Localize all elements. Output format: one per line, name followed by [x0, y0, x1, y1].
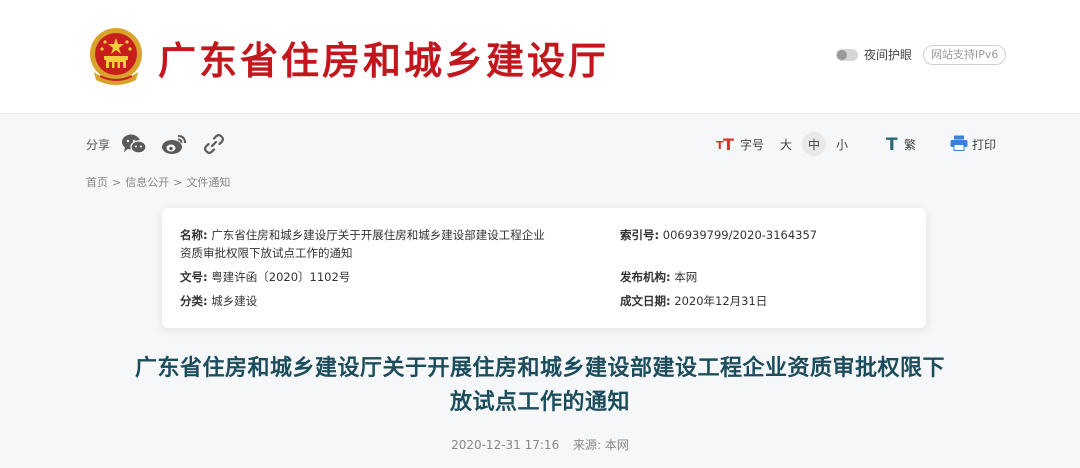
traditional-label: 繁 — [904, 137, 917, 152]
article-datetime: 2020-12-31 17:16 — [451, 438, 560, 452]
article-meta: 2020-12-31 17:16 来源: 本网 — [0, 436, 1080, 453]
info-index-label: 索引号: — [620, 228, 660, 242]
share-bar: 分享 — [86, 130, 240, 158]
info-index: 索引号: 006939799/2020-3164357 — [620, 226, 817, 244]
article-title: 广东省住房和城乡建设厅关于开展住房和城乡建设部建设工程企业资质审批权限下 放试点… — [60, 352, 1020, 420]
weibo-icon[interactable] — [160, 130, 188, 158]
info-index-value: 006939799/2020-3164357 — [662, 228, 818, 242]
info-publisher-label: 发布机构: — [620, 270, 671, 284]
printer-icon — [950, 135, 968, 154]
article-title-line1: 广东省住房和城乡建设厅关于开展住房和城乡建设部建设工程企业资质审批权限下 — [134, 356, 945, 381]
info-date-label: 成文日期: — [620, 294, 671, 308]
svg-text:T: T — [886, 135, 898, 151]
font-size-small-button[interactable]: 小 — [830, 132, 854, 156]
info-category-label: 分类: — [180, 294, 208, 308]
wechat-icon[interactable] — [120, 130, 148, 158]
night-mode-label: 夜间护眼 — [864, 48, 913, 62]
breadcrumb-info-public[interactable]: 信息公开 — [125, 176, 169, 189]
font-size-label: 字号 — [740, 137, 765, 152]
document-info-box: 名称: 广东省住房和城乡建设厅关于开展住房和城乡建设部建设工程企业 资质审批权限… — [162, 208, 926, 328]
info-category-value: 城乡建设 — [211, 294, 258, 308]
print-label: 打印 — [972, 137, 997, 152]
font-size-tool: T T 字号 — [716, 135, 764, 154]
national-emblem-icon — [86, 26, 146, 90]
info-date-value: 2020年12月31日 — [674, 294, 768, 308]
print-button[interactable]: 打印 — [950, 135, 996, 154]
night-mode-toggle[interactable]: 夜间护眼 — [836, 46, 912, 63]
breadcrumb: 首页 > 信息公开 > 文件通知 — [86, 174, 230, 190]
info-docno-value: 粤建许函〔2020〕1102号 — [211, 270, 351, 284]
info-name-value-line2: 资质审批权限下放试点工作的通知 — [180, 246, 353, 260]
svg-text:T: T — [723, 135, 734, 151]
article-source-label: 来源: — [573, 438, 602, 452]
reading-tools: T T 字号 大 中 小 T 繁 打印 — [716, 130, 996, 158]
info-docno-label: 文号: — [180, 270, 208, 284]
site-title: 广东省住房和城乡建设厅 — [158, 38, 610, 83]
info-publisher: 发布机构: 本网 — [620, 268, 697, 286]
font-size-icon: T T — [716, 135, 736, 154]
article-source-value: 本网 — [604, 438, 629, 452]
info-docno: 文号: 粤建许函〔2020〕1102号 — [180, 268, 350, 286]
info-name: 名称: 广东省住房和城乡建设厅关于开展住房和城乡建设部建设工程企业 资质审批权限… — [180, 226, 600, 262]
ipv6-badge: 网站支持IPv6 — [923, 45, 1007, 65]
breadcrumb-file-notice[interactable]: 文件通知 — [186, 176, 230, 189]
info-name-value-line1: 广东省住房和城乡建设厅关于开展住房和城乡建设部建设工程企业 — [211, 228, 545, 242]
share-label: 分享 — [86, 137, 111, 152]
font-size-medium-button[interactable]: 中 — [802, 132, 827, 156]
traditional-chinese-button[interactable]: T 繁 — [884, 135, 917, 155]
traditional-icon: T — [884, 135, 900, 155]
article-title-line2: 放试点工作的通知 — [449, 390, 630, 415]
link-icon[interactable] — [200, 130, 228, 158]
info-category: 分类: 城乡建设 — [180, 292, 257, 310]
site-header: 广东省住房和城乡建设厅 夜间护眼 网站支持IPv6 — [0, 0, 1080, 114]
breadcrumb-separator: > — [112, 176, 122, 189]
info-publisher-value: 本网 — [674, 270, 698, 284]
toggle-switch-icon[interactable] — [836, 48, 858, 61]
info-date: 成文日期: 2020年12月31日 — [620, 292, 767, 310]
info-name-label: 名称: — [180, 228, 208, 242]
breadcrumb-separator: > — [173, 176, 183, 189]
breadcrumb-home[interactable]: 首页 — [86, 176, 108, 189]
font-size-large-button[interactable]: 大 — [774, 132, 798, 156]
